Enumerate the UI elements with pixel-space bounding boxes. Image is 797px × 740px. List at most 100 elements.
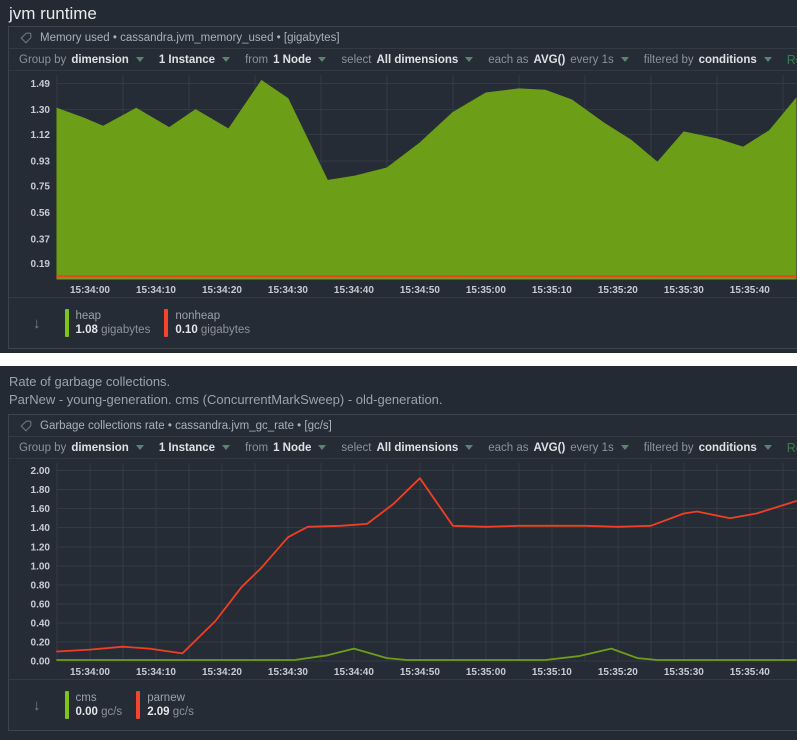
x-tick-label: 15:35:20	[598, 667, 638, 678]
toolbar-label: every 1s	[570, 442, 613, 454]
x-tick-label: 15:34:30	[268, 667, 308, 678]
legend-item-nonheap[interactable]: nonheap0.10 gigabytes	[164, 309, 250, 337]
toolbar-label[interactable]: conditions	[699, 54, 757, 66]
chevron-down-icon[interactable]	[318, 445, 326, 450]
x-tick-label: 15:34:00	[70, 667, 110, 678]
chevron-down-icon[interactable]	[465, 57, 473, 62]
sort-descending-icon[interactable]: ↓	[33, 697, 41, 714]
page-title: jvm runtime	[0, 0, 797, 26]
toolbar-label[interactable]: 1 Instance	[159, 54, 215, 66]
x-tick-label: 15:35:10	[532, 285, 572, 296]
x-tick-label: 15:35:30	[664, 667, 704, 678]
dimension-dropdown[interactable]: Group by dimension	[19, 54, 144, 66]
toolbar-label: from	[245, 54, 268, 66]
memory-chart-plot[interactable]: 1.491.301.120.930.750.560.370.1915:34:00…	[9, 71, 797, 297]
series-color-bar	[136, 691, 140, 719]
chart-legend: ↓ cms0.00 gc/s parnew2.09 gc/s	[9, 679, 797, 730]
x-tick-label: 15:34:10	[136, 667, 176, 678]
chevron-down-icon[interactable]	[465, 445, 473, 450]
gc-chart-card: Garbage collections rate • cassandra.jvm…	[8, 414, 797, 731]
reset-button[interactable]: Reset	[787, 53, 797, 67]
gc-chart-plot[interactable]: 2.001.801.601.401.201.000.800.600.400.20…	[9, 459, 797, 679]
x-tick-label: 15:34:50	[400, 667, 440, 678]
all-dimensions-dropdown[interactable]: selectAll dimensions	[341, 54, 473, 66]
toolbar-label[interactable]: conditions	[699, 442, 757, 454]
series-name: parnew	[147, 691, 194, 705]
chevron-down-icon[interactable]	[764, 445, 772, 450]
chart-title: Memory used • cassandra.jvm_memory_used …	[40, 32, 340, 44]
1-instance-dropdown[interactable]: 1 Instance	[159, 54, 230, 66]
dimension-dropdown[interactable]: Group by dimension	[19, 442, 144, 454]
y-tick-label: 1.80	[31, 485, 51, 496]
toolbar-label: select	[341, 442, 371, 454]
toolbar-label: Group by	[19, 442, 66, 454]
toolbar-label[interactable]: dimension	[71, 442, 129, 454]
chart-title-bar: Garbage collections rate • cassandra.jvm…	[9, 415, 797, 437]
y-tick-label: 0.60	[31, 599, 51, 610]
toolbar-label[interactable]: All dimensions	[376, 54, 458, 66]
legend-texts: nonheap0.10 gigabytes	[175, 309, 250, 337]
x-tick-label: 15:35:20	[598, 285, 638, 296]
legend-texts: cms0.00 gc/s	[76, 691, 123, 719]
avg-dropdown[interactable]: each asAVG()every 1s	[488, 442, 628, 454]
chevron-down-icon[interactable]	[222, 57, 230, 62]
y-tick-label: 0.93	[31, 157, 51, 168]
1-instance-dropdown[interactable]: 1 Instance	[159, 442, 230, 454]
toolbar-label: filtered by	[644, 54, 694, 66]
all-dimensions-dropdown[interactable]: select All dimensions	[341, 442, 473, 454]
x-tick-label: 15:34:40	[334, 285, 374, 296]
1-node-dropdown[interactable]: from 1 Node	[245, 442, 326, 454]
toolbar-label[interactable]: Reset	[787, 53, 797, 67]
toolbar-label: from	[245, 442, 268, 454]
x-tick-label: 15:34:30	[268, 285, 308, 296]
legend-item-heap[interactable]: heap1.08 gigabytes	[65, 309, 151, 337]
chevron-down-icon[interactable]	[621, 445, 629, 450]
chevron-down-icon[interactable]	[136, 445, 144, 450]
toolbar-label[interactable]: 1 Node	[273, 442, 311, 454]
avg-dropdown[interactable]: each asAVG()every 1s	[488, 54, 628, 66]
chart-legend: ↓ heap1.08 gigabytes nonheap0.10 gigabytes	[9, 297, 797, 348]
section-headings: Rate of garbage collections. ParNew - yo…	[0, 366, 797, 414]
series-value: 2.09 gc/s	[147, 705, 194, 719]
series-color-bar	[65, 309, 69, 337]
y-tick-label: 0.19	[31, 259, 51, 270]
tag-icon	[20, 32, 32, 44]
section-heading-line: Rate of garbage collections.	[9, 373, 797, 391]
x-tick-label: 15:34:20	[202, 667, 242, 678]
chevron-down-icon[interactable]	[222, 445, 230, 450]
y-tick-label: 1.00	[31, 561, 51, 572]
1-node-dropdown[interactable]: from 1 Node	[245, 54, 326, 66]
conditions-dropdown[interactable]: filtered by conditions	[644, 442, 772, 454]
toolbar-label[interactable]: AVG()	[534, 54, 566, 66]
y-tick-label: 2.00	[31, 466, 51, 477]
toolbar-label[interactable]: dimension	[71, 54, 129, 66]
chevron-down-icon[interactable]	[621, 57, 629, 62]
conditions-dropdown[interactable]: filtered by conditions	[644, 54, 772, 66]
y-tick-label: 1.12	[31, 130, 51, 141]
chart-toolbar: Group by dimension 1 Instance from 1 Node sel…	[9, 437, 797, 459]
legend-texts: parnew2.09 gc/s	[147, 691, 194, 719]
y-tick-label: 0.56	[31, 208, 51, 219]
toolbar-label[interactable]: AVG()	[534, 442, 566, 454]
series-name: nonheap	[175, 309, 250, 323]
reset-button[interactable]: Reset	[787, 441, 797, 455]
toolbar-label[interactable]: 1 Instance	[159, 442, 215, 454]
series-name: cms	[76, 691, 123, 705]
legend-item-parnew[interactable]: parnew2.09 gc/s	[136, 691, 194, 719]
x-tick-label: 15:35:30	[664, 285, 704, 296]
series-name: heap	[76, 309, 151, 323]
toolbar-label[interactable]: Reset	[787, 441, 797, 455]
y-tick-label: 0.00	[31, 657, 51, 668]
toolbar-label[interactable]: All dimensions	[376, 442, 458, 454]
toolbar-label[interactable]: 1 Node	[273, 54, 311, 66]
chevron-down-icon[interactable]	[136, 57, 144, 62]
chevron-down-icon[interactable]	[764, 57, 772, 62]
toolbar-label: filtered by	[644, 442, 694, 454]
legend-item-cms[interactable]: cms0.00 gc/s	[65, 691, 123, 719]
chevron-down-icon[interactable]	[318, 57, 326, 62]
y-tick-label: 0.20	[31, 637, 51, 648]
jvm-runtime-section: jvm runtime Memory used • cassandra.jvm_…	[0, 0, 797, 353]
toolbar-label: Group by	[19, 54, 66, 66]
x-tick-label: 15:34:50	[400, 285, 440, 296]
sort-descending-icon[interactable]: ↓	[33, 315, 41, 332]
